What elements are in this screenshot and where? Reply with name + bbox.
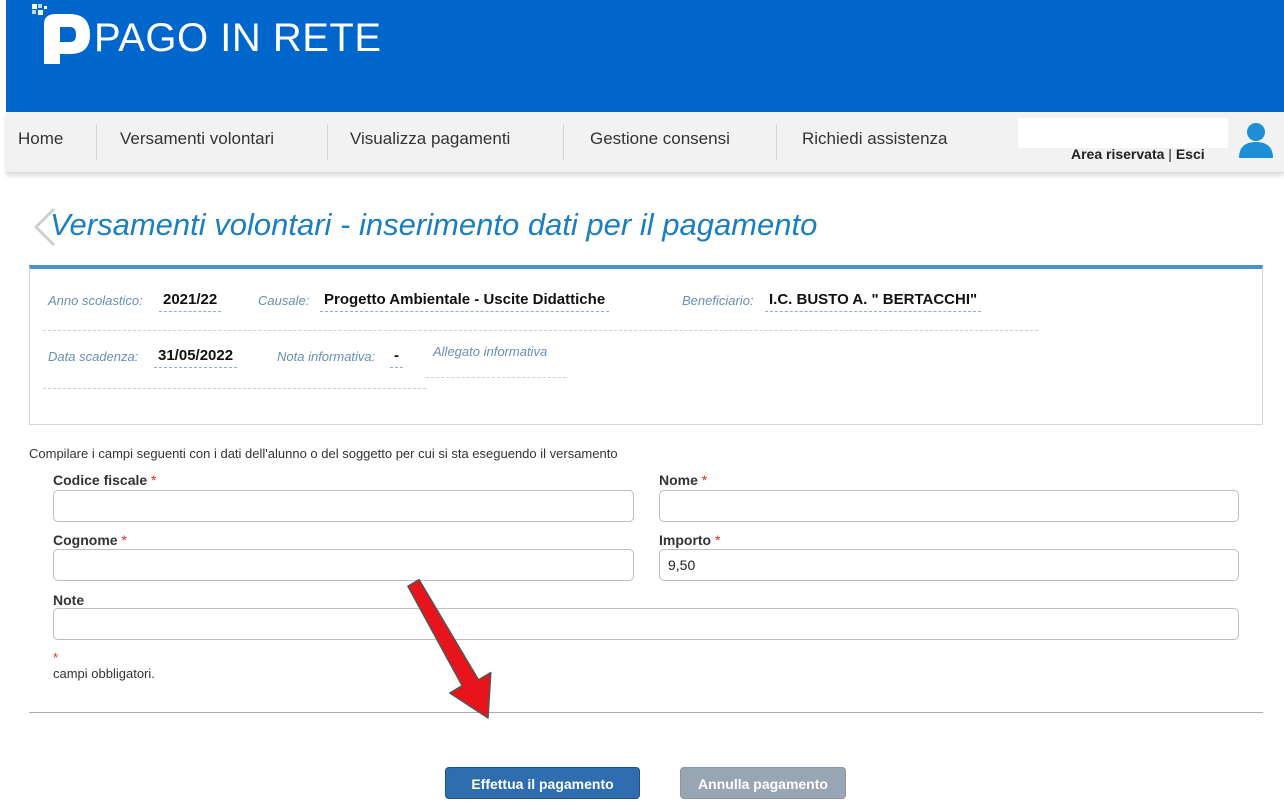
allegato-informativa-link[interactable]: Allegato informativa: [433, 344, 547, 359]
user-icon[interactable]: [1236, 120, 1276, 160]
cognome-label-text: Cognome: [53, 532, 118, 548]
cognome-input[interactable]: [53, 549, 634, 581]
user-area: Area riservata | Esci: [1071, 146, 1205, 162]
causale-label: Causale:: [258, 293, 310, 308]
nav-home[interactable]: Home: [18, 129, 63, 149]
beneficiario-label: Beneficiario:: [682, 293, 754, 308]
codice-fiscale-label-text: Codice fiscale: [53, 472, 148, 488]
nav-richiedi-assistenza[interactable]: Richiedi assistenza: [802, 129, 948, 149]
redacted-username: [1018, 118, 1228, 148]
nome-input[interactable]: [659, 490, 1239, 522]
required-asterisk: *: [151, 472, 157, 488]
red-arrow-annotation: [407, 578, 492, 719]
page-title: Versamenti volontari - inserimento dati …: [50, 207, 818, 242]
nome-label-text: Nome: [659, 472, 698, 488]
required-asterisk-legend: *: [53, 650, 59, 665]
nav-separator: [776, 124, 777, 160]
row-divider: [43, 388, 426, 389]
importo-label-text: Importo: [659, 532, 712, 548]
beneficiario-value: I.C. BUSTO A. " BERTACCHI": [765, 291, 982, 312]
header-bar: PAGO IN RETE: [6, 0, 1284, 112]
nota-informativa-value: -: [390, 347, 403, 368]
data-scadenza-value: 31/05/2022: [154, 347, 238, 368]
causale-value: Progetto Ambientale - Uscite Didattiche: [320, 291, 610, 312]
codice-fiscale-label: Codice fiscale *: [53, 472, 157, 488]
esci-link[interactable]: Esci: [1176, 146, 1205, 162]
cognome-label: Cognome *: [53, 532, 127, 548]
effettua-pagamento-button[interactable]: Effettua il pagamento: [445, 767, 640, 799]
user-area-separator: |: [1168, 146, 1172, 162]
payment-info-card: [29, 265, 1263, 425]
note-input[interactable]: [53, 608, 1239, 640]
form-intro: Compilare i campi seguenti con i dati de…: [29, 446, 618, 461]
annulla-pagamento-button[interactable]: Annulla pagamento: [680, 767, 846, 799]
codice-fiscale-input[interactable]: [53, 490, 634, 522]
importo-label: Importo *: [659, 532, 720, 548]
pagopa-logo-icon[interactable]: [30, 2, 96, 68]
brand-title[interactable]: PAGO IN RETE: [94, 16, 382, 61]
area-riservata-link[interactable]: Area riservata: [1071, 146, 1164, 162]
anno-scolastico-label: Anno scolastico:: [48, 293, 143, 308]
data-scadenza-label: Data scadenza:: [48, 349, 139, 364]
nav-separator: [563, 124, 564, 160]
anno-scolastico-value: 2021/22: [159, 291, 222, 312]
nav-versamenti-volontari[interactable]: Versamenti volontari: [120, 129, 274, 149]
required-asterisk: *: [715, 532, 721, 548]
importo-input[interactable]: [659, 549, 1239, 581]
row-divider: [426, 377, 566, 378]
nav-separator: [96, 124, 97, 160]
note-label: Note: [53, 592, 85, 608]
nav-gestione-consensi[interactable]: Gestione consensi: [590, 129, 730, 149]
nome-label: Nome *: [659, 472, 707, 488]
form-divider: [29, 712, 1263, 713]
required-asterisk: *: [121, 532, 127, 548]
required-asterisk: *: [701, 472, 708, 488]
nav-visualizza-pagamenti[interactable]: Visualizza pagamenti: [350, 129, 510, 149]
nav-separator: [327, 124, 328, 160]
mandatory-fields-note: campi obbligatori.: [53, 666, 155, 681]
nota-informativa-label: Nota informativa:: [277, 349, 376, 364]
row-divider: [43, 330, 1038, 331]
